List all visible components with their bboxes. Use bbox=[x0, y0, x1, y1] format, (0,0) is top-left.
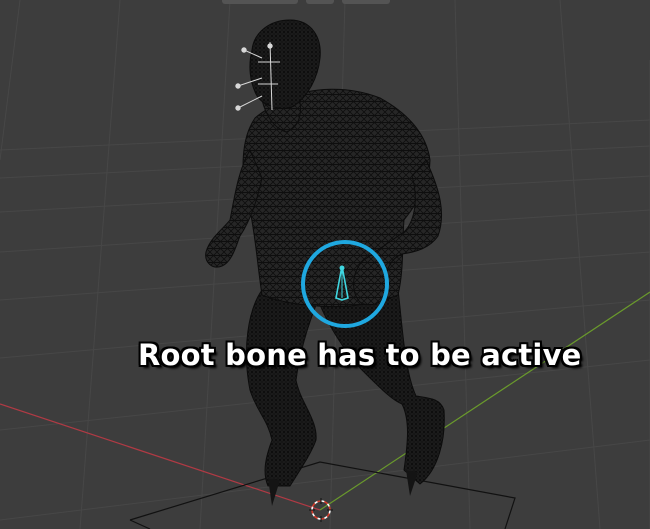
viewport-scene[interactable] bbox=[0, 0, 650, 529]
header-mode-button[interactable] bbox=[222, 0, 298, 4]
character-mesh[interactable] bbox=[205, 19, 445, 506]
right-foot bbox=[406, 470, 418, 496]
header-overlay-button[interactable] bbox=[342, 0, 390, 4]
left-leg bbox=[245, 289, 319, 487]
torso bbox=[242, 88, 431, 308]
right-leg bbox=[317, 289, 445, 485]
left-foot bbox=[268, 478, 280, 506]
annotation-caption: Root bone has to be active bbox=[138, 338, 582, 372]
header-toggle-button[interactable] bbox=[306, 0, 334, 4]
3d-viewport[interactable]: Root bone has to be active bbox=[0, 0, 650, 529]
